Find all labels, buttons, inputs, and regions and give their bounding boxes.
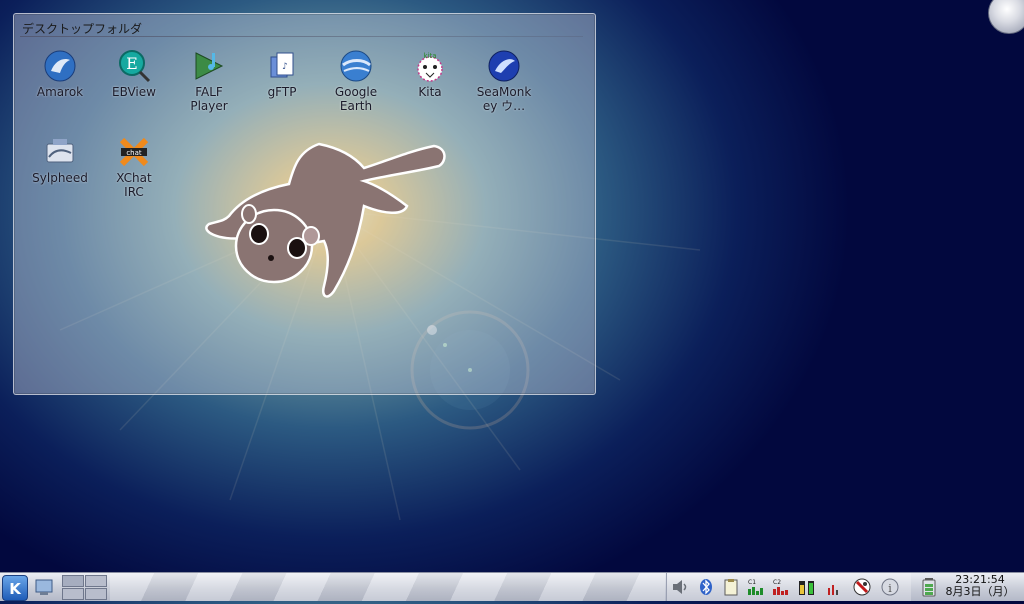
pager-desktop-3[interactable] xyxy=(62,588,84,600)
clock-date: 8月3日（月） xyxy=(945,585,1015,598)
cpu2-monitor-icon[interactable]: C2 xyxy=(771,577,791,597)
pager-desktop-1[interactable] xyxy=(62,575,84,587)
icon-label: Kita xyxy=(418,85,442,99)
icon-label: Sylpheed xyxy=(32,171,88,185)
panel-title: デスクトップフォルダ xyxy=(22,22,143,36)
icon-label: XChat IRC xyxy=(116,171,152,199)
bluetooth-icon[interactable] xyxy=(696,577,716,597)
clipboard-icon[interactable] xyxy=(721,577,741,597)
ebview-icon: E xyxy=(117,49,151,83)
svg-text:C2: C2 xyxy=(773,579,781,586)
svg-text:K: K xyxy=(9,580,22,598)
icon-label: Amarok xyxy=(36,85,84,99)
icon-label: FALF Player xyxy=(190,85,228,113)
desktop-show-icon[interactable] xyxy=(34,577,54,597)
cpu1-monitor-icon[interactable]: C1 xyxy=(746,577,766,597)
desktop-icon-google-earth[interactable]: Google Earth xyxy=(321,49,391,113)
desktop-icon-ebview[interactable]: E EBView xyxy=(99,49,169,99)
top-right-corner-icon[interactable] xyxy=(988,0,1024,34)
desktop-icon-kita[interactable]: kita Kita xyxy=(395,49,465,99)
taskbar-task-area[interactable] xyxy=(110,573,665,601)
gftp-icon: ♪ xyxy=(265,49,299,83)
panel-divider xyxy=(20,36,583,37)
icon-label: Google Earth xyxy=(334,85,378,113)
kasumi-icon[interactable] xyxy=(852,577,872,597)
falf-player-icon xyxy=(192,49,226,83)
taskbar: K C1 C2 i 23:21:54 8月3日（月） xyxy=(0,572,1024,601)
flying-squirrel-mascot xyxy=(205,142,446,298)
battery-monitor-icon[interactable] xyxy=(797,577,817,597)
k-logo-icon: K xyxy=(9,580,22,598)
desktop-icon-amarok[interactable]: Amarok xyxy=(25,49,95,99)
battery-icon[interactable] xyxy=(919,577,939,597)
volume-icon[interactable] xyxy=(670,577,690,597)
google-earth-icon xyxy=(339,49,373,83)
desktop-icon-sylpheed[interactable]: Sylpheed xyxy=(25,135,95,185)
svg-text:E: E xyxy=(126,54,138,73)
desktop-icon-xchat[interactable]: chat XChat IRC xyxy=(99,135,169,199)
pager-desktop-4[interactable] xyxy=(85,588,107,600)
svg-text:i: i xyxy=(888,582,892,595)
icon-label: gFTP xyxy=(267,85,297,99)
k-menu-button[interactable]: K xyxy=(2,575,28,601)
desktop-icon-falf-player[interactable]: FALF Player xyxy=(174,49,244,113)
xchat-icon: chat xyxy=(117,135,151,169)
svg-text:chat: chat xyxy=(126,149,142,157)
kita-icon: kita xyxy=(413,49,447,83)
info-icon[interactable]: i xyxy=(880,577,900,597)
icon-label: SeaMonk ey ウ… xyxy=(476,85,532,113)
network-icon[interactable] xyxy=(825,577,845,597)
icon-label: EBView xyxy=(112,85,156,99)
desktop-folder-panel: デスクトップフォルダ Amarok E EBView FALF Player ♪… xyxy=(13,13,596,395)
seamonkey-icon xyxy=(487,49,521,83)
svg-text:♪: ♪ xyxy=(282,62,288,72)
desktop-icon-seamonkey[interactable]: SeaMonk ey ウ… xyxy=(469,49,539,113)
svg-text:C1: C1 xyxy=(748,579,756,586)
desktop-icon-gftp[interactable]: ♪ gFTP xyxy=(247,49,317,99)
amarok-icon xyxy=(43,49,77,83)
clock[interactable]: 23:21:54 8月3日（月） xyxy=(944,574,1016,598)
svg-text:kita: kita xyxy=(423,52,436,60)
sylpheed-icon xyxy=(43,135,77,169)
pager-desktop-2[interactable] xyxy=(85,575,107,587)
